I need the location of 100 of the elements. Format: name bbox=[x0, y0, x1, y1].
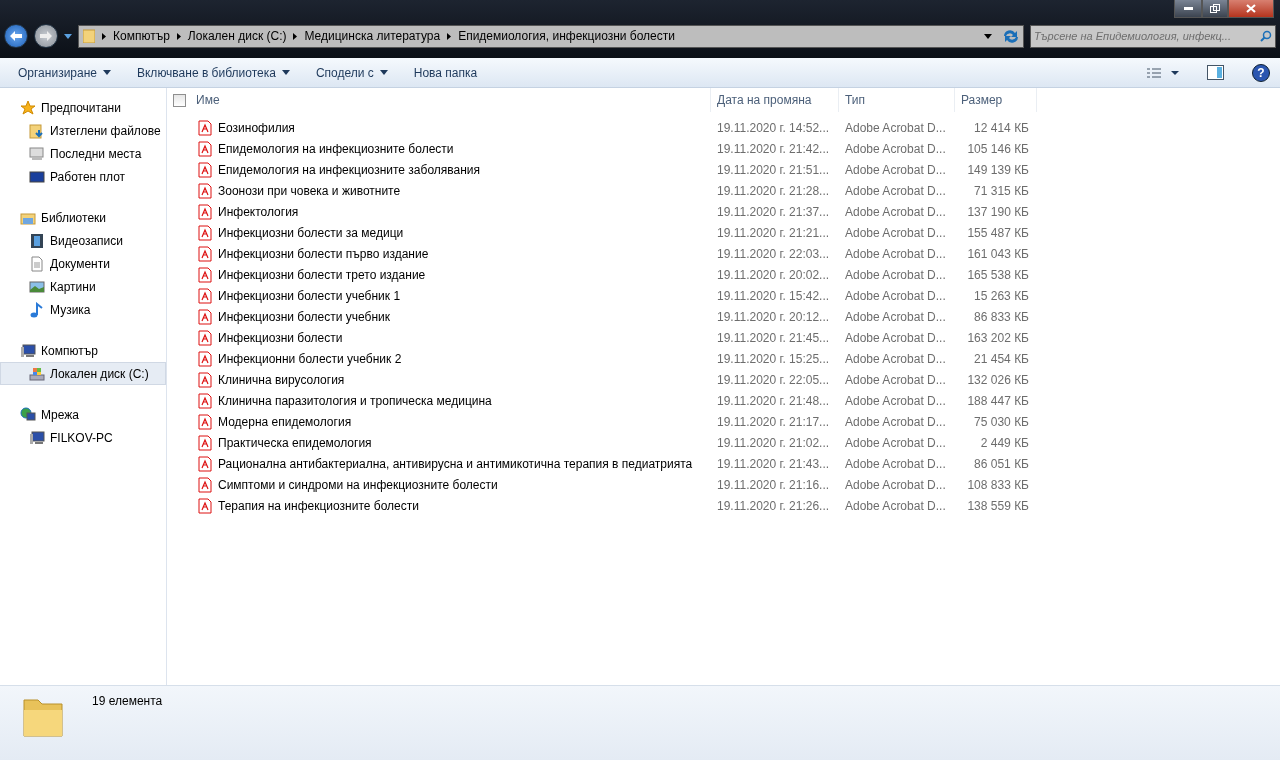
file-row[interactable]: Терапия на инфекциозните болести 19.11.2020 г. 21:26... Adobe Acrobat D... 138 559 КБ bbox=[173, 495, 1280, 516]
column-header[interactable]: Тип bbox=[839, 88, 955, 112]
nav-item[interactable]: Музика bbox=[0, 298, 166, 321]
file-row[interactable]: Инфекционни болести учебник 2 19.11.2020 г. 15:25... Adobe Acrobat D... 21 454 КБ bbox=[173, 348, 1280, 369]
file-row[interactable]: Инфекциозни болести 19.11.2020 г. 21:45... Adobe Acrobat D... 163 202 КБ bbox=[173, 327, 1280, 348]
nav-item-label: Документи bbox=[50, 256, 110, 271]
file-name: Инфекциозни болести трето издание bbox=[218, 267, 426, 282]
nav-item[interactable]: Изтеглени файлове bbox=[0, 119, 166, 142]
column-header[interactable]: Размер bbox=[955, 88, 1037, 112]
size-cell: 149 139 КБ bbox=[967, 162, 1029, 177]
file-name: Модерна епидемология bbox=[218, 414, 352, 429]
breadcrumb-arrow-icon bbox=[102, 32, 106, 40]
file-row[interactable]: Инфекциозни болести за медици 19.11.2020 г. 21:21... Adobe Acrobat D... 155 487 КБ bbox=[173, 222, 1280, 243]
file-row[interactable]: Клинична паразитология и тропическа медицина 19.11.2020 г. 21:48... Adobe Acrobat D... 188 447 КБ bbox=[173, 390, 1280, 411]
size-cell: 2 449 КБ bbox=[980, 435, 1029, 450]
type-cell: Adobe Acrobat D... bbox=[845, 162, 946, 177]
size-cell: 15 263 КБ bbox=[974, 288, 1029, 303]
date-cell: 19.11.2020 г. 21:17... bbox=[717, 414, 830, 429]
type-cell: Adobe Acrobat D... bbox=[845, 204, 946, 219]
file-row[interactable]: Инфекциозни болести учебник 19.11.2020 г. 20:12... Adobe Acrobat D... 86 833 КБ bbox=[173, 306, 1280, 327]
nav-group-header[interactable]: Мрежа bbox=[0, 403, 166, 426]
close-icon bbox=[1246, 4, 1256, 13]
file-row[interactable]: Симптоми и синдроми на инфекциозните болести 19.11.2020 г. 21:16... Adobe Acrobat D... 108 833 КБ bbox=[173, 474, 1280, 495]
nav-item[interactable]: FILKOV-PC bbox=[0, 426, 166, 449]
file-row[interactable]: Практическа епидемология 19.11.2020 г. 21:02... Adobe Acrobat D... 2 449 КБ bbox=[173, 432, 1280, 453]
restore-icon bbox=[1210, 4, 1220, 13]
type-cell: Adobe Acrobat D... bbox=[845, 288, 946, 303]
pdf-file-icon bbox=[197, 224, 213, 241]
nav-group-header[interactable]: Библиотеки bbox=[0, 206, 166, 229]
type-cell: Adobe Acrobat D... bbox=[845, 477, 946, 492]
forward-button[interactable] bbox=[34, 24, 58, 48]
toolbar-button[interactable]: Включване в библиотека bbox=[129, 62, 304, 83]
type-cell: Adobe Acrobat D... bbox=[845, 141, 946, 156]
pdf-file-icon bbox=[197, 266, 213, 283]
toolbar-button[interactable]: Сподели с bbox=[307, 62, 402, 83]
column-header[interactable]: Дата на промяна bbox=[711, 88, 839, 112]
nav-item-label: FILKOV-PC bbox=[50, 430, 113, 445]
file-name: Инфекциозни болести учебник bbox=[218, 309, 391, 324]
file-name: Инфектология bbox=[218, 204, 299, 219]
file-row[interactable]: Еозинофилия 19.11.2020 г. 14:52... Adobe Acrobat D... 12 414 КБ bbox=[173, 117, 1280, 138]
nav-group-header[interactable]: Предпочитани bbox=[0, 96, 166, 119]
size-cell: 188 447 КБ bbox=[967, 393, 1029, 408]
restore-button[interactable] bbox=[1202, 0, 1228, 18]
preview-pane-icon[interactable] bbox=[1207, 65, 1224, 80]
date-cell: 19.11.2020 г. 21:48... bbox=[717, 393, 830, 408]
breadcrumb-item[interactable]: Медицинска литература bbox=[304, 29, 441, 43]
select-all-checkbox[interactable] bbox=[173, 93, 186, 107]
file-row[interactable]: Рационална антибактериална, антивирусна и антимикотична терапия в педиатрията 19.11.2020 г. 21:43... Adobe Acrobat D... 86 051 КБ bbox=[173, 453, 1280, 474]
close-button[interactable] bbox=[1228, 0, 1274, 18]
type-cell: Adobe Acrobat D... bbox=[845, 393, 946, 408]
file-name: Инфекциозни болести за медици bbox=[218, 225, 404, 240]
file-name: Практическа епидемология bbox=[218, 435, 372, 450]
search-icon bbox=[1260, 30, 1272, 42]
network-globe-icon bbox=[20, 406, 36, 423]
drive-icon bbox=[29, 365, 45, 382]
date-cell: 19.11.2020 г. 22:03... bbox=[717, 246, 830, 261]
nav-item[interactable]: Документи bbox=[0, 252, 166, 275]
file-name: Зоонози при човека и животните bbox=[218, 183, 401, 198]
breadcrumb-item[interactable]: Епидемиология, инфекциозни болести bbox=[458, 29, 675, 43]
nav-item[interactable]: Локален диск (C:) bbox=[0, 362, 166, 385]
file-row[interactable]: Модерна епидемология 19.11.2020 г. 21:17... Adobe Acrobat D... 75 030 КБ bbox=[173, 411, 1280, 432]
date-cell: 19.11.2020 г. 21:37... bbox=[717, 204, 830, 219]
size-cell: 108 833 КБ bbox=[967, 477, 1029, 492]
type-cell: Adobe Acrobat D... bbox=[845, 309, 946, 324]
back-button[interactable] bbox=[4, 24, 28, 48]
pdf-file-icon bbox=[197, 308, 213, 325]
view-options-icon[interactable] bbox=[1147, 67, 1179, 78]
column-header[interactable]: Име bbox=[186, 88, 711, 112]
breadcrumb-item[interactable]: Компютър bbox=[113, 29, 170, 43]
file-row[interactable]: Клинична вирусология 19.11.2020 г. 22:05... Adobe Acrobat D... 132 026 КБ bbox=[173, 369, 1280, 390]
type-cell: Adobe Acrobat D... bbox=[845, 225, 946, 240]
file-row[interactable]: Инфектология 19.11.2020 г. 21:37... Adobe Acrobat D... 137 190 КБ bbox=[173, 201, 1280, 222]
toolbar-button[interactable]: Нова папка bbox=[405, 62, 492, 83]
file-row[interactable]: Епидемология на инфекциозните заболявания 19.11.2020 г. 21:51... Adobe Acrobat D... 149 139 КБ bbox=[173, 159, 1280, 180]
pdf-file-icon bbox=[197, 371, 213, 388]
search-field[interactable]: Търсене на Епидемиология, инфекц... bbox=[1030, 24, 1276, 48]
file-row[interactable]: Инфекциозни болести трето издание 19.11.2020 г. 20:02... Adobe Acrobat D... 165 538 КБ bbox=[173, 264, 1280, 285]
date-cell: 19.11.2020 г. 21:26... bbox=[717, 498, 830, 513]
size-cell: 163 202 КБ bbox=[967, 330, 1029, 345]
file-row[interactable]: Епидемология на инфекциозните болести 19.11.2020 г. 21:42... Adobe Acrobat D... 105 146 КБ bbox=[173, 138, 1280, 159]
breadcrumb-item[interactable]: Локален диск (C:) bbox=[187, 29, 287, 43]
file-row[interactable]: Инфекциозни болести учебник 1 19.11.2020 г. 15:42... Adobe Acrobat D... 15 263 КБ bbox=[173, 285, 1280, 306]
nav-item[interactable]: Видеозаписи bbox=[0, 229, 166, 252]
file-row[interactable]: Зоонози при човека и животните 19.11.2020 г. 21:28... Adobe Acrobat D... 71 315 КБ bbox=[173, 180, 1280, 201]
nav-group-header[interactable]: Компютър bbox=[0, 339, 166, 362]
size-cell: 86 833 КБ bbox=[974, 309, 1029, 324]
pdf-file-icon bbox=[197, 497, 213, 514]
toolbar-button[interactable]: Организиране bbox=[10, 62, 125, 83]
address-bar[interactable]: Компютър Локален диск (C:) Медицинска литература Епидемиология, инфекциозни болести bbox=[78, 24, 1024, 48]
type-cell: Adobe Acrobat D... bbox=[845, 372, 946, 387]
film-strip-icon bbox=[29, 232, 45, 249]
file-row[interactable]: Инфекциозни болести първо издание 19.11.2020 г. 22:03... Adobe Acrobat D... 161 043 КБ bbox=[173, 243, 1280, 264]
minimize-button[interactable] bbox=[1174, 0, 1202, 18]
help-button[interactable]: ? bbox=[1252, 63, 1270, 82]
pdf-file-icon bbox=[197, 455, 213, 472]
nav-item[interactable]: Работен плот bbox=[0, 165, 166, 188]
nav-item[interactable]: Последни места bbox=[0, 142, 166, 165]
nav-item[interactable]: Картини bbox=[0, 275, 166, 298]
right-arrow-icon bbox=[40, 31, 52, 41]
nav-item-label: Картини bbox=[50, 279, 96, 294]
